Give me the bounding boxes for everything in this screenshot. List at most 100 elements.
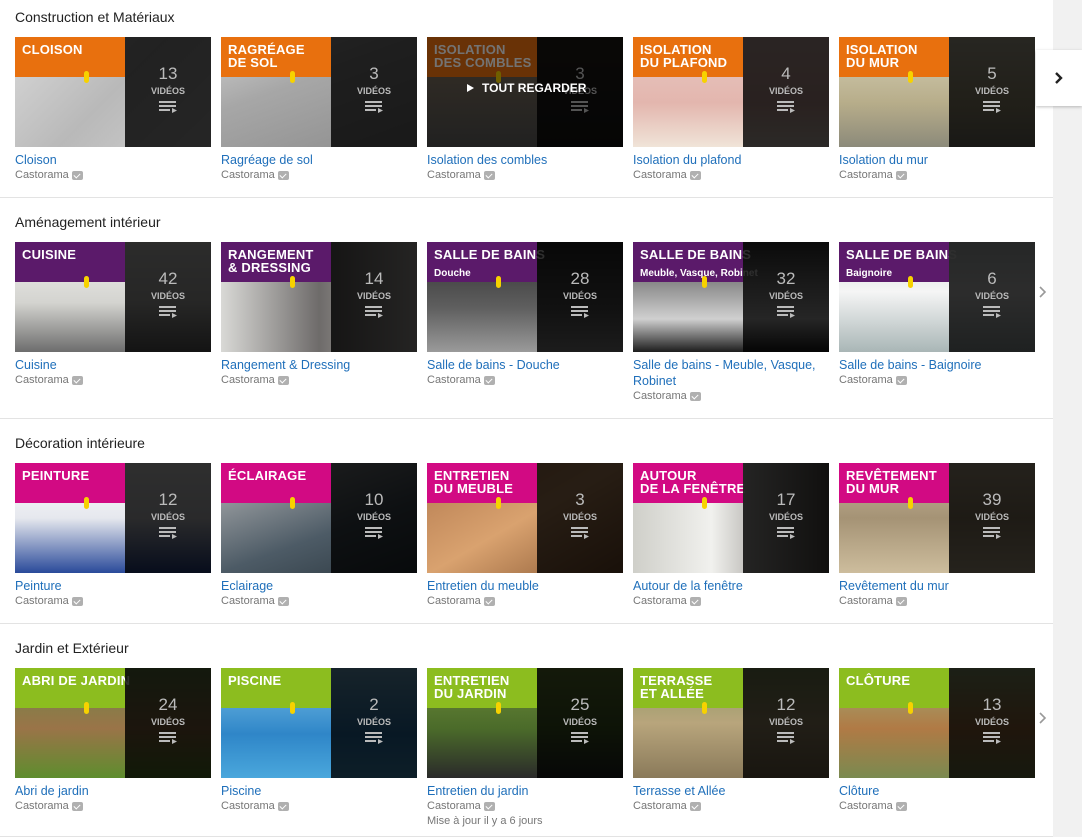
playlist-icon [159,101,177,113]
playlist-thumbnail[interactable]: SALLE DE BAINS Meuble, Vasque, Robinet 32 V… [633,242,829,352]
playlist-title-link[interactable]: Cuisine [15,357,211,373]
playlist-thumbnail[interactable]: ÉCLAIRAGE 10 VIDÉOS [221,463,417,573]
channel-name-link[interactable]: Castorama [221,594,275,609]
playlist-icon [983,732,1001,744]
channel-name-link[interactable]: Castorama [633,168,687,183]
section-title[interactable]: Décoration intérieure [15,435,145,451]
banner-label: CLÔTURE [846,673,911,688]
logo-marker-icon [290,702,295,714]
banner-label: ABRI DE JARDIN [22,673,131,688]
channel-name-link[interactable]: Castorama [633,594,687,609]
playlist-title-link[interactable]: Revêtement du mur [839,578,1035,594]
channel-name-link[interactable]: Castorama [15,799,69,814]
playlist-thumbnail[interactable]: RANGEMENT & DRESSING 14 VIDÉOS [221,242,417,352]
banner-label: CUISINE [22,247,77,262]
playlist-title-link[interactable]: Piscine [221,783,417,799]
logo-marker-icon [702,497,707,509]
video-count-overlay: 6 VIDÉOS [949,242,1035,352]
channel-name-link[interactable]: Castorama [633,389,687,404]
playlist-thumbnail[interactable]: AUTOUR DE LA FENÊTRE 17 VIDÉOS [633,463,829,573]
playlist-title-link[interactable]: Salle de bains - Meuble, Vasque, Robinet [633,357,829,389]
playlist-thumbnail[interactable]: PEINTURE 12 VIDÉOS [15,463,211,573]
chevron-right-icon[interactable] [1038,286,1048,298]
channel-byline: Castorama [221,168,417,183]
playlist-title-link[interactable]: Ragréage de sol [221,152,417,168]
channel-name-link[interactable]: Castorama [839,594,893,609]
playlist-card: ISOLATION DES COMBLES3VIDÉOSTOUT REGARDE… [427,37,623,183]
logo-marker-icon [496,702,501,714]
channel-byline: Castorama [839,594,1035,609]
playlist-thumbnail[interactable]: ISOLATION DU PLAFOND 4 VIDÉOS [633,37,829,147]
playlist-thumbnail[interactable]: ISOLATION DES COMBLES3VIDÉOSTOUT REGARDE… [427,37,623,147]
playlist-card: ENTRETIEN DU JARDIN 25 VIDÉOS Entretien du … [427,668,623,829]
video-count: 32 [776,269,796,288]
chevron-right-icon[interactable] [1038,712,1048,724]
playlist-title-link[interactable]: Clôture [839,783,1035,799]
playlist-thumbnail[interactable]: SALLE DE BAINS Baignoire 6 VIDÉOS [839,242,1035,352]
video-count: 5 [987,64,997,83]
playlist-title-link[interactable]: Abri de jardin [15,783,211,799]
channel-name-link[interactable]: Castorama [221,168,275,183]
logo-marker-icon [908,702,913,714]
channel-name-link[interactable]: Castorama [839,168,893,183]
channel-name-link[interactable]: Castorama [221,799,275,814]
playlist-icon [571,732,589,744]
playlist-title-link[interactable]: Isolation du plafond [633,152,829,168]
channel-name-link[interactable]: Castorama [633,799,687,814]
playlist-title-link[interactable]: Eclairage [221,578,417,594]
playlist-title-link[interactable]: Isolation du mur [839,152,1035,168]
playlist-card: SALLE DE BAINS Baignoire 6 VIDÉOS Salle de b… [839,242,1035,388]
verified-check-icon [483,802,495,811]
playlist-title-link[interactable]: Terrasse et Allée [633,783,829,799]
section-title[interactable]: Jardin et Extérieur [15,640,129,656]
video-count-label: VIDÉOS [974,291,1009,301]
playlist-thumbnail[interactable]: CLOISON 13 VIDÉOS [15,37,211,147]
channel-name-link[interactable]: Castorama [427,373,481,388]
playlist-thumbnail[interactable]: ENTRETIEN DU JARDIN 25 VIDÉOS [427,668,623,778]
playlist-icon [777,732,795,744]
channel-name-link[interactable]: Castorama [221,373,275,388]
playlist-thumbnail[interactable]: PISCINE 2 VIDÉOS [221,668,417,778]
playlist-title-link[interactable]: Entretien du meuble [427,578,623,594]
playlist-thumbnail[interactable]: ABRI DE JARDIN 24 VIDÉOS [15,668,211,778]
playlist-thumbnail[interactable]: CLÔTURE 13 VIDÉOS [839,668,1035,778]
playlist-thumbnail[interactable]: SALLE DE BAINS Douche 28 VIDÉOS [427,242,623,352]
play-all-overlay[interactable]: TOUT REGARDER [427,37,623,147]
playlist-title-link[interactable]: Entretien du jardin [427,783,623,799]
playlist-title-link[interactable]: Isolation des combles [427,152,623,168]
playlist-title-link[interactable]: Peinture [15,578,211,594]
banner-label: AUTOUR DE LA FENÊTRE [640,468,746,496]
playlist-thumbnail[interactable]: ENTRETIEN DU MEUBLE 3 VIDÉOS [427,463,623,573]
next-page-button[interactable] [1036,50,1082,106]
logo-marker-icon [908,497,913,509]
channel-name-link[interactable]: Castorama [839,373,893,388]
video-count-label: VIDÉOS [974,86,1009,96]
channel-name-link[interactable]: Castorama [427,594,481,609]
channel-name-link[interactable]: Castorama [15,373,69,388]
playlist-title-link[interactable]: Salle de bains - Baignoire [839,357,1035,373]
channel-name-link[interactable]: Castorama [427,799,481,814]
video-count: 13 [982,695,1002,714]
playlist-thumbnail[interactable]: ISOLATION DU MUR 5 VIDÉOS [839,37,1035,147]
playlist-thumbnail[interactable]: REVÊTEMENT DU MUR 39 VIDÉOS [839,463,1035,573]
playlist-thumbnail[interactable]: RAGRÉAGE DE SOL 3 VIDÉOS [221,37,417,147]
logo-marker-icon [290,276,295,288]
playlist-title-link[interactable]: Rangement & Dressing [221,357,417,373]
channel-name-link[interactable]: Castorama [839,799,893,814]
playlist-thumbnail[interactable]: CUISINE 42 VIDÉOS [15,242,211,352]
playlist-thumbnail[interactable]: TERRASSE ET ALLÉE 12 VIDÉOS [633,668,829,778]
banner-label: RAGRÉAGE DE SOL [228,42,305,70]
verified-check-icon [689,171,701,180]
channel-name-link[interactable]: Castorama [15,594,69,609]
channel-name-link[interactable]: Castorama [427,168,481,183]
playlist-title-link[interactable]: Cloison [15,152,211,168]
section-title[interactable]: Aménagement intérieur [15,214,161,230]
playlist-title-link[interactable]: Autour de la fenêtre [633,578,829,594]
video-count-label: VIDÉOS [150,512,185,522]
video-count-overlay: 39 VIDÉOS [949,463,1035,573]
playlist-title-link[interactable]: Salle de bains - Douche [427,357,623,373]
video-count: 25 [570,695,590,714]
channel-byline: Castorama [15,799,211,814]
channel-name-link[interactable]: Castorama [15,168,69,183]
section-title[interactable]: Construction et Matériaux [15,9,175,25]
